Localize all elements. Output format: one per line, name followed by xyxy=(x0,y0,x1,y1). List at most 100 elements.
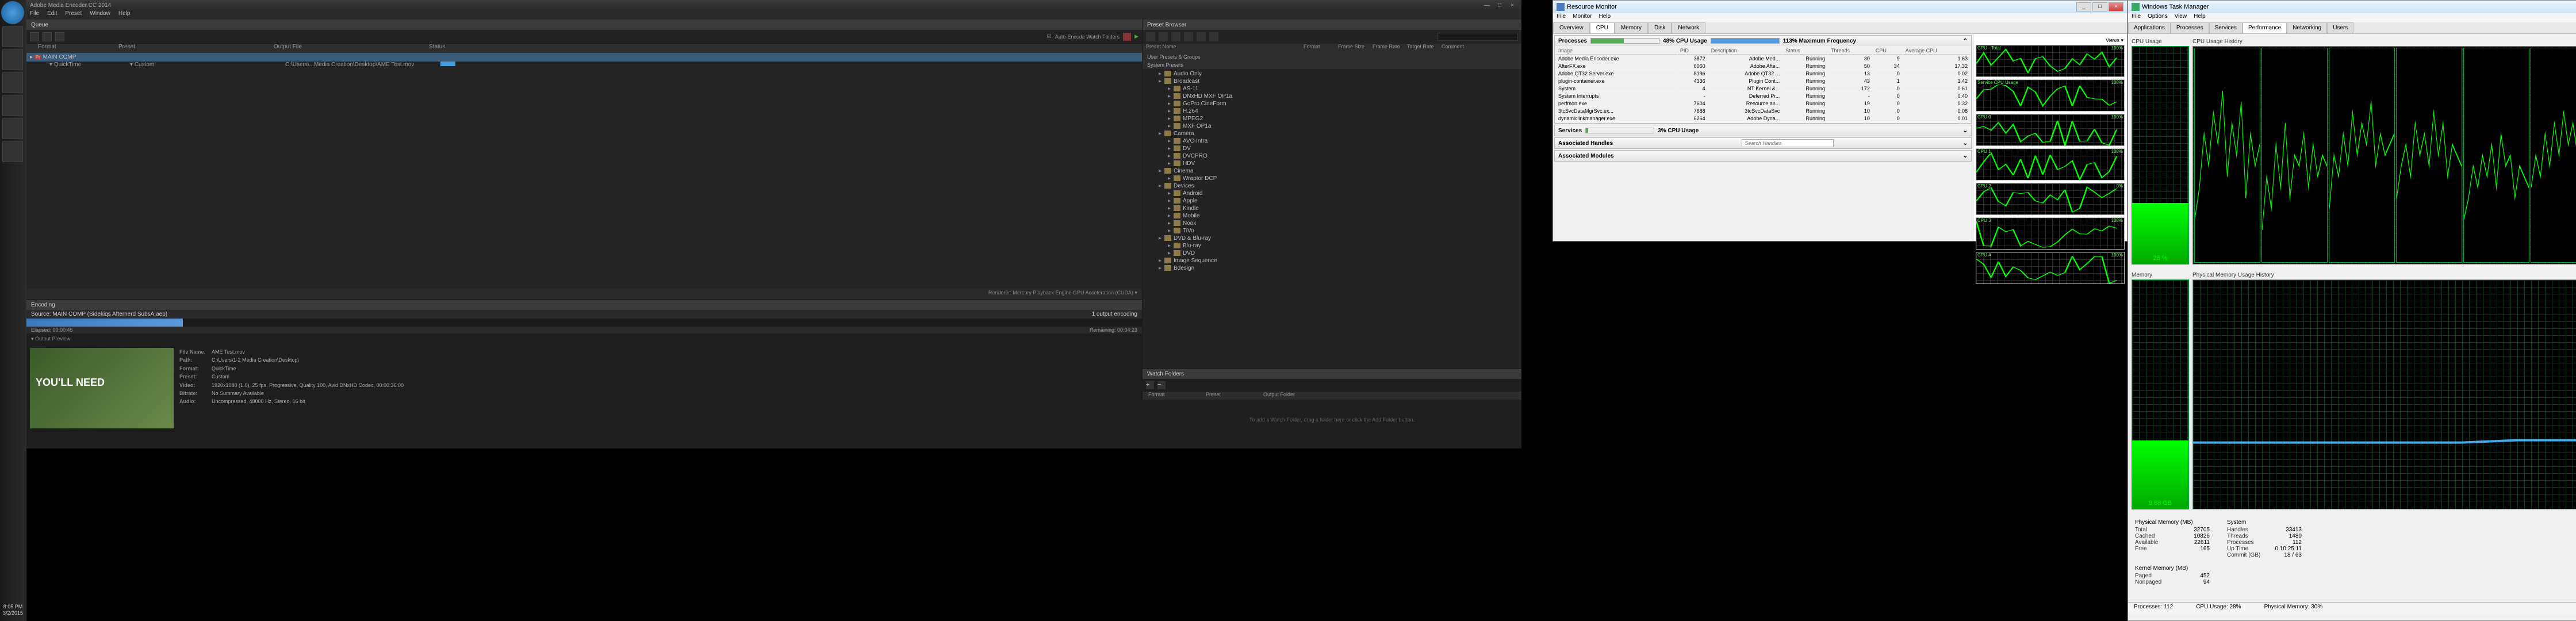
menu-help[interactable]: Help xyxy=(2194,13,2206,22)
minimize-button[interactable]: _ xyxy=(2076,2,2091,12)
preset-tree-item[interactable]: ▸Audio Only xyxy=(1143,70,1521,78)
process-row[interactable]: AfterFX.exe6060Adobe Afte...Running50341… xyxy=(1556,63,1970,70)
preset-tree-item[interactable]: ▸AVC-Intra xyxy=(1143,137,1521,145)
handles-search[interactable] xyxy=(1742,139,1834,147)
menu-edit[interactable]: Edit xyxy=(47,10,57,20)
preset-tree-item[interactable]: ▸GoPro CineForm xyxy=(1143,100,1521,108)
import-button[interactable] xyxy=(1197,32,1206,41)
preset-tree-item[interactable]: ▸DV xyxy=(1143,145,1521,152)
processes-table[interactable]: ImagePIDDescriptionStatusThreadsCPUAvera… xyxy=(1555,46,1971,123)
start-button[interactable] xyxy=(1,1,24,24)
process-row[interactable]: plugin-container.exe4336Plugin Cont...Ru… xyxy=(1556,78,1970,85)
menu-file[interactable]: File xyxy=(30,10,39,20)
remove-folder-button[interactable]: − xyxy=(1157,381,1166,389)
preset-tree-item[interactable]: ▸DVD xyxy=(1143,250,1521,257)
preset-tree-item[interactable]: ▸DNxHD MXF OP1a xyxy=(1143,93,1521,100)
preset-tree-item[interactable]: ▸Camera xyxy=(1143,130,1521,137)
menu-monitor[interactable]: Monitor xyxy=(1573,13,1592,22)
preset-search[interactable] xyxy=(1438,33,1518,41)
expand-icon[interactable]: ⌄ xyxy=(1963,140,1968,147)
process-row[interactable]: 3tcSvcDataMgrSvc.ex...76883tcSvcDataSvcR… xyxy=(1556,108,1970,114)
settings-button[interactable] xyxy=(1184,32,1193,41)
process-row[interactable]: dynamiclinkmanager.exe6264Adobe Dyna...R… xyxy=(1556,116,1970,122)
tab-network[interactable]: Network xyxy=(1672,22,1705,33)
menu-help[interactable]: Help xyxy=(118,10,131,20)
minimize-button[interactable]: — xyxy=(1481,2,1493,9)
menu-options[interactable]: Options xyxy=(2148,13,2167,22)
collapse-icon[interactable]: ⌃ xyxy=(1963,38,1968,44)
tab-applications[interactable]: Applications xyxy=(2128,22,2171,33)
tab-services[interactable]: Services xyxy=(2209,22,2242,33)
remove-button[interactable] xyxy=(43,32,52,41)
preset-tree-item[interactable]: ▸Nook xyxy=(1143,220,1521,227)
auto-encode-checkbox[interactable]: ☑ xyxy=(1047,33,1052,40)
start-queue-button[interactable]: ▶ xyxy=(1134,33,1138,40)
delete-preset-button[interactable] xyxy=(1159,32,1168,41)
watch-header[interactable]: Watch Folders xyxy=(1143,369,1521,379)
stop-button[interactable] xyxy=(1123,33,1131,41)
preset-tree-item[interactable]: ▸H.264 xyxy=(1143,108,1521,115)
preset-tree-item[interactable]: ▸MXF OP1a xyxy=(1143,122,1521,130)
taskbar-app-icon[interactable] xyxy=(2,26,23,47)
preset-tree-item[interactable]: ▸Blu-ray xyxy=(1143,242,1521,250)
taskbar-app-icon[interactable] xyxy=(2,72,23,93)
preset-tree-item[interactable]: ▸Bdesign xyxy=(1143,264,1521,272)
process-row[interactable]: System4NT Kernel &...Running17200.61 xyxy=(1556,86,1970,92)
add-source-button[interactable] xyxy=(30,32,39,41)
new-preset-button[interactable] xyxy=(1146,32,1155,41)
tab-overview[interactable]: Overview xyxy=(1553,22,1590,33)
menu-view[interactable]: View xyxy=(2175,13,2187,22)
preset-tree-item[interactable]: ▸Android xyxy=(1143,190,1521,197)
new-group-button[interactable] xyxy=(1171,32,1180,41)
tab-users[interactable]: Users xyxy=(2327,22,2353,33)
queue-panel-header[interactable]: Queue xyxy=(26,20,1142,30)
menu-window[interactable]: Window xyxy=(90,10,110,20)
queue-output-row[interactable]: ▾ QuickTime ▾ Custom C:\Users\...Media C… xyxy=(26,62,1142,68)
preset-tree-item[interactable]: ▸Apple xyxy=(1143,197,1521,205)
process-row[interactable]: System Interrupts-Deferred Pr...Running-… xyxy=(1556,93,1970,99)
maximize-button[interactable]: □ xyxy=(2092,2,2107,12)
tab-processes[interactable]: Processes xyxy=(2171,22,2209,33)
process-row[interactable]: perfmon.exe7604Resource an...Running1900… xyxy=(1556,101,1970,107)
handles-header[interactable]: Associated Handles ⌄ xyxy=(1555,138,1971,148)
views-dropdown[interactable]: ▾ xyxy=(2121,37,2123,43)
menu-file[interactable]: File xyxy=(1557,13,1566,22)
preset-tree-item[interactable]: ▸Cinema xyxy=(1143,167,1521,175)
taskbar-app-icon[interactable] xyxy=(2,141,23,162)
preset-tree-item[interactable]: ▸Broadcast xyxy=(1143,78,1521,85)
taskmgr-titlebar[interactable]: Windows Task Manager _ □ × xyxy=(2128,1,2576,13)
expand-icon[interactable]: ⌄ xyxy=(1963,128,1968,134)
taskbar-app-icon[interactable] xyxy=(2,118,23,139)
taskbar-app-icon[interactable] xyxy=(2,49,23,70)
preset-tree-item[interactable]: ▸TiVo xyxy=(1143,227,1521,235)
ame-titlebar[interactable]: Adobe Media Encoder CC 2014 — □ × xyxy=(26,0,1521,10)
preset-tree-item[interactable]: ▸Mobile xyxy=(1143,212,1521,220)
tab-performance[interactable]: Performance xyxy=(2242,22,2287,33)
export-button[interactable] xyxy=(1209,32,1218,41)
tab-disk[interactable]: Disk xyxy=(1648,22,1672,33)
encoding-header[interactable]: Encoding xyxy=(26,300,1142,310)
expand-icon[interactable]: ⌄ xyxy=(1963,153,1968,159)
preset-tree-item[interactable]: ▸AS-11 xyxy=(1143,85,1521,93)
menu-preset[interactable]: Preset xyxy=(65,10,82,20)
preset-tree-item[interactable]: ▸Devices xyxy=(1143,182,1521,190)
process-row[interactable]: Adobe Media Encoder.exe3872Adobe Med...R… xyxy=(1556,56,1970,62)
close-button[interactable]: × xyxy=(1506,2,1518,9)
process-row[interactable]: Adobe QT32 Server.exe8196Adobe QT32 ...R… xyxy=(1556,71,1970,77)
renderer-selector[interactable]: Renderer: Mercury Playback Engine GPU Ac… xyxy=(26,289,1142,299)
preset-tree-item[interactable]: ▸MPEG2 xyxy=(1143,115,1521,122)
duplicate-button[interactable] xyxy=(55,32,64,41)
close-button[interactable]: × xyxy=(2109,2,2123,12)
services-header[interactable]: Services 3% CPU Usage ⌄ xyxy=(1555,125,1971,136)
queue-job-row[interactable]: ▸ Pr MAIN COMP xyxy=(26,53,1142,62)
system-clock[interactable]: 8:05 PM 3/2/2015 xyxy=(0,604,26,616)
preset-tree-item[interactable]: ▸Kindle xyxy=(1143,205,1521,212)
tab-cpu[interactable]: CPU xyxy=(1590,22,1615,33)
taskbar-app-icon[interactable] xyxy=(2,95,23,116)
preset-browser-header[interactable]: Preset Browser xyxy=(1143,20,1521,30)
menu-help[interactable]: Help xyxy=(1598,13,1611,22)
tab-networking[interactable]: Networking xyxy=(2287,22,2327,33)
tab-memory[interactable]: Memory xyxy=(1615,22,1648,33)
resmon-titlebar[interactable]: Resource Monitor _ □ × xyxy=(1553,1,2127,13)
preset-tree-item[interactable]: ▸DVCPRO xyxy=(1143,152,1521,160)
